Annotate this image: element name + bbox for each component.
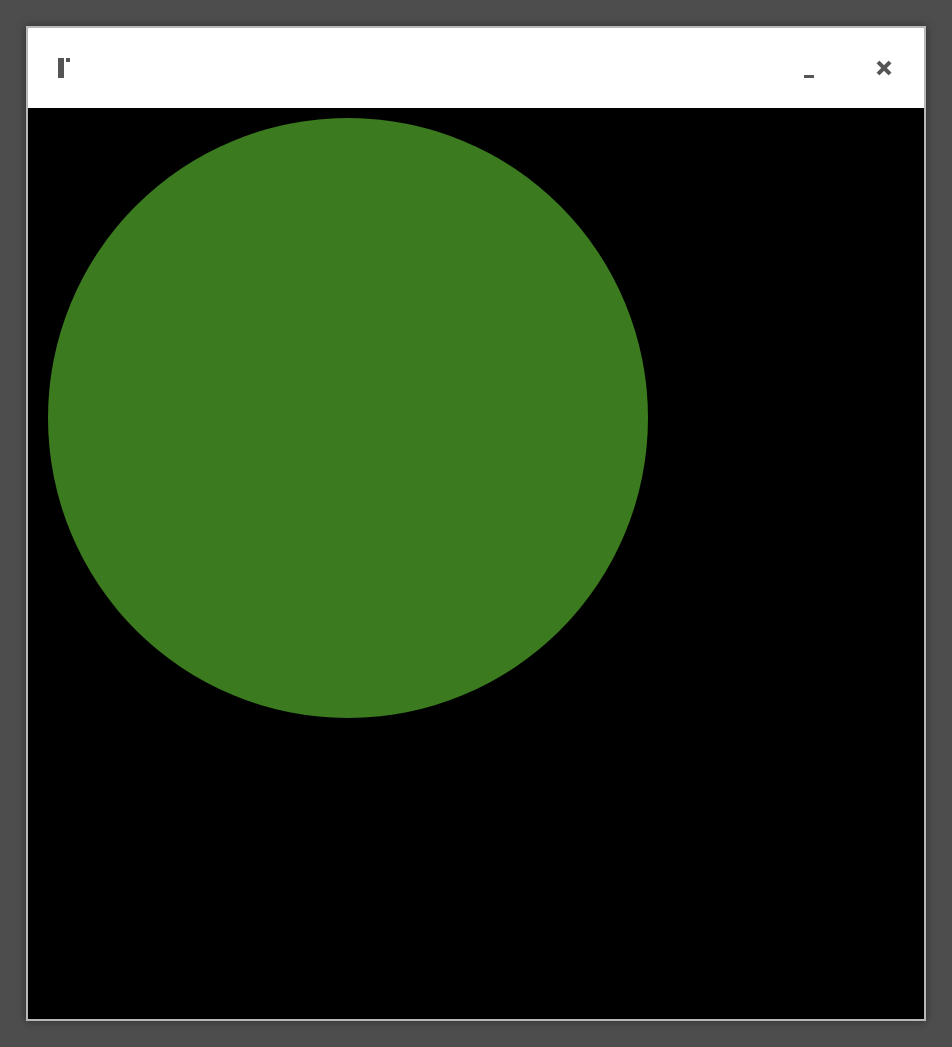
close-button[interactable] — [874, 58, 894, 78]
titlebar-controls — [799, 58, 894, 78]
canvas-area[interactable] — [28, 108, 924, 1019]
minimize-button[interactable] — [799, 62, 819, 82]
titlebar[interactable] — [28, 28, 924, 108]
titlebar-left — [58, 58, 84, 78]
app-icon — [58, 58, 74, 78]
green-circle — [48, 118, 648, 718]
close-icon — [875, 59, 893, 77]
application-window — [26, 26, 926, 1021]
minimize-icon — [802, 65, 816, 79]
